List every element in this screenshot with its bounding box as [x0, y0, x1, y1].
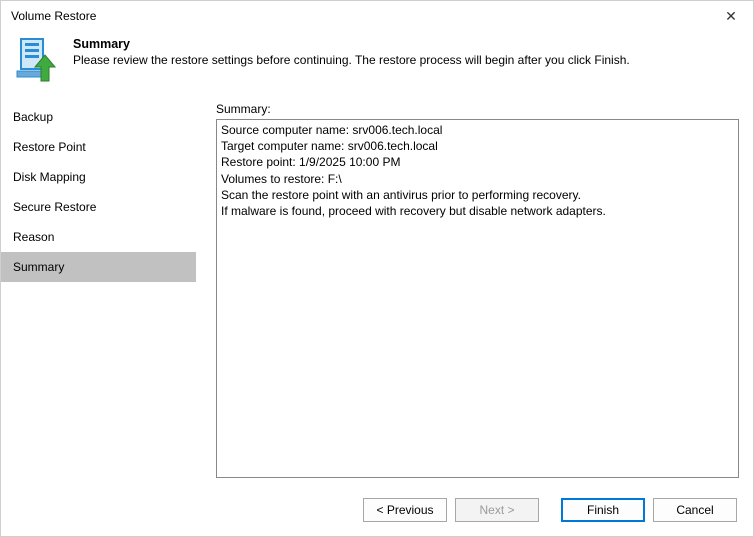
summary-textbox[interactable]: Source computer name: srv006.tech.local …	[216, 119, 739, 478]
sidebar-item-disk-mapping[interactable]: Disk Mapping	[1, 162, 196, 192]
titlebar: Volume Restore ✕	[1, 1, 753, 31]
wizard-header: Summary Please review the restore settin…	[1, 31, 753, 95]
volume-restore-dialog: Volume Restore ✕ Summary Please review t…	[0, 0, 754, 537]
previous-button[interactable]: < Previous	[363, 498, 447, 522]
wizard-steps-sidebar: Backup Restore Point Disk Mapping Secure…	[1, 96, 196, 484]
restore-volume-icon	[13, 35, 61, 83]
wizard-body: Backup Restore Point Disk Mapping Secure…	[1, 95, 753, 484]
next-button: Next >	[455, 498, 539, 522]
window-title: Volume Restore	[11, 9, 709, 23]
content-panel: Summary: Source computer name: srv006.te…	[196, 96, 753, 484]
sidebar-item-secure-restore[interactable]: Secure Restore	[1, 192, 196, 222]
sidebar-item-backup[interactable]: Backup	[1, 102, 196, 132]
header-subtitle: Please review the restore settings befor…	[73, 53, 630, 67]
summary-label: Summary:	[216, 102, 739, 116]
close-icon: ✕	[725, 8, 737, 25]
wizard-footer: < Previous Next > Finish Cancel	[1, 484, 753, 536]
header-text: Summary Please review the restore settin…	[73, 35, 630, 67]
sidebar-item-summary[interactable]: Summary	[1, 252, 196, 282]
sidebar-item-restore-point[interactable]: Restore Point	[1, 132, 196, 162]
finish-button[interactable]: Finish	[561, 498, 645, 522]
cancel-button[interactable]: Cancel	[653, 498, 737, 522]
sidebar-item-reason[interactable]: Reason	[1, 222, 196, 252]
header-title: Summary	[73, 37, 630, 51]
close-button[interactable]: ✕	[709, 1, 753, 31]
